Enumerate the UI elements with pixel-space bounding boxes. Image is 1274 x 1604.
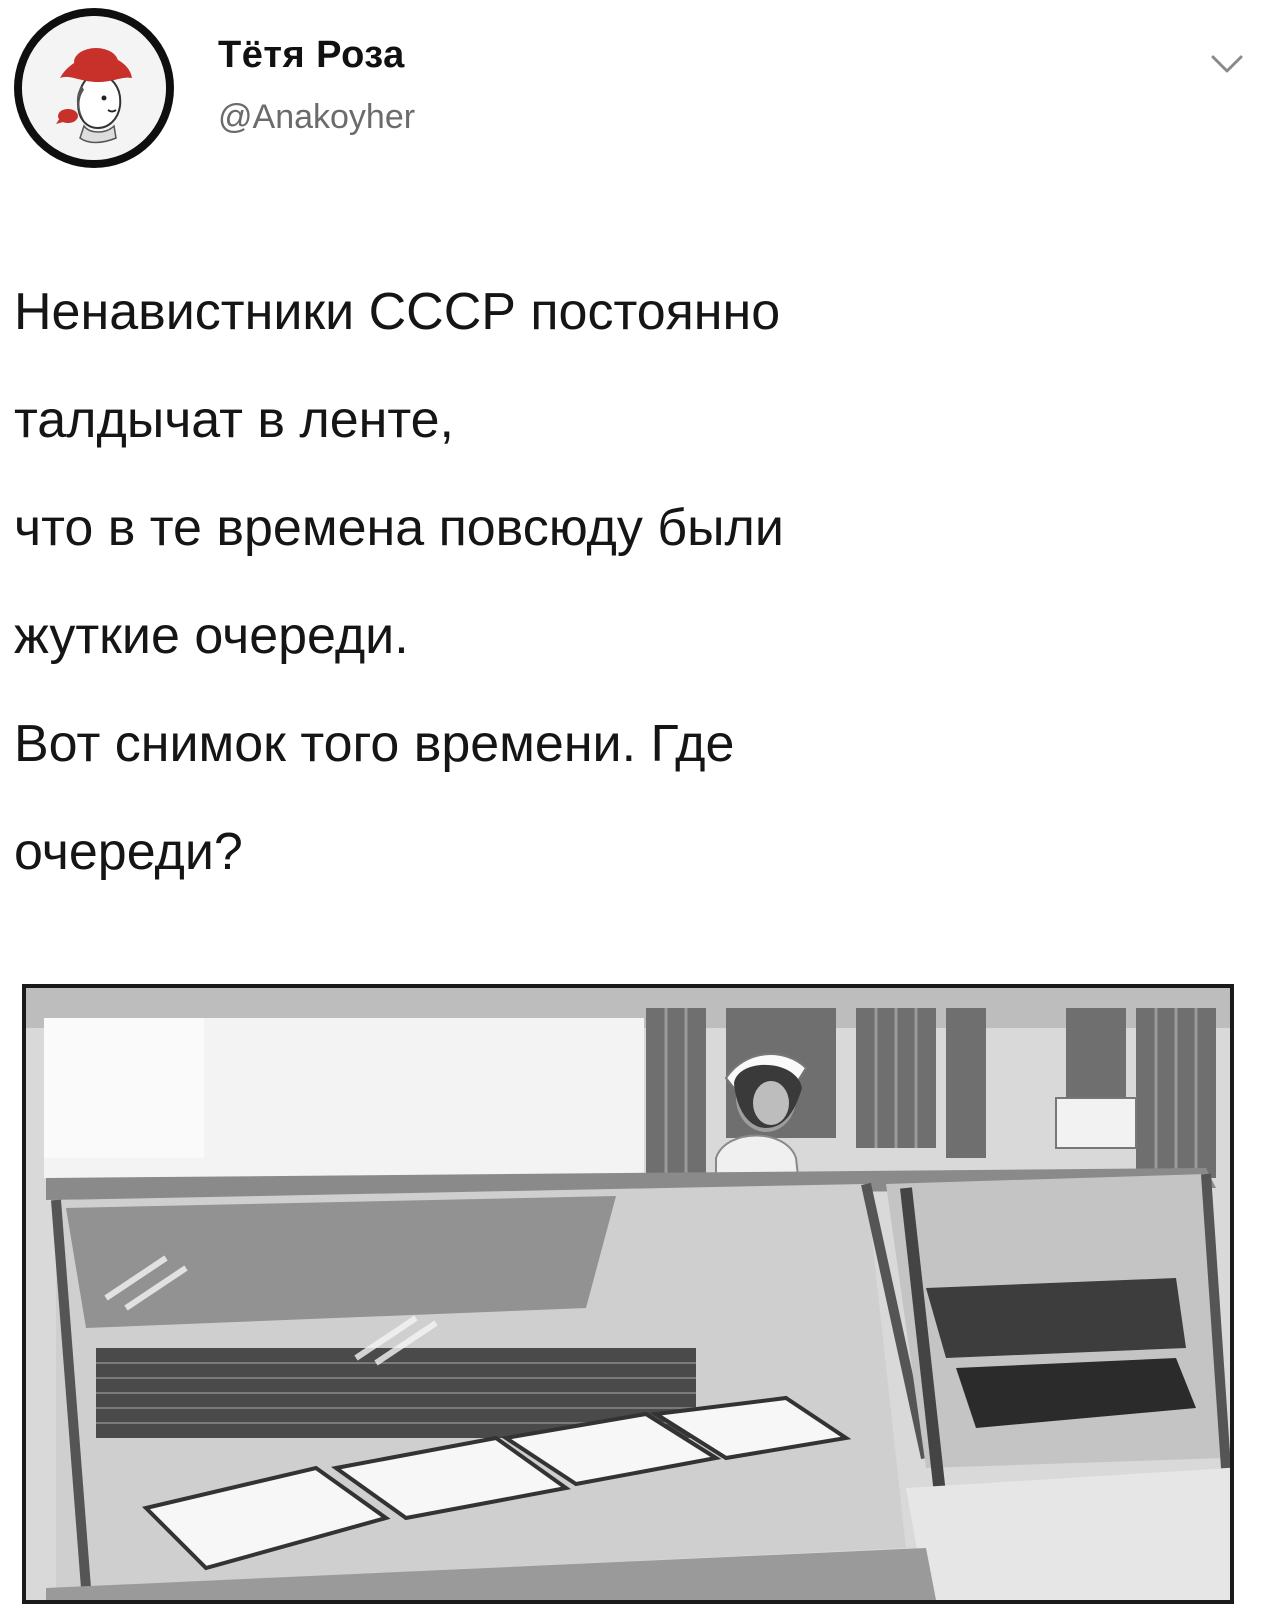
- tweet-text-line: что в те времена повсюду были: [14, 499, 784, 557]
- tweet-text-line: жуткие очереди.: [14, 607, 409, 665]
- tweet-text-line: очереди?: [14, 823, 243, 881]
- store-counters-photo: [26, 988, 1230, 1600]
- tweet-text-line: Ненавистники СССР постоянно: [14, 283, 781, 341]
- tweet-text: Ненавистники СССР постоянно талдычат в л…: [14, 258, 1244, 906]
- tweet-photo[interactable]: [22, 984, 1234, 1604]
- tweet-card: Тётя Роза @Anakoyher Ненавистники СССР п…: [0, 0, 1274, 1604]
- tweet-text-line: Вот снимок того времени. Где: [14, 715, 735, 773]
- avatar-woman-red-hat-icon: [22, 16, 166, 160]
- author-name[interactable]: Тётя Роза: [218, 34, 405, 77]
- chevron-down-icon[interactable]: [1210, 52, 1244, 76]
- avatar[interactable]: [14, 8, 174, 168]
- author-handle[interactable]: @Anakoyher: [218, 98, 415, 137]
- tweet-text-line: талдычат в ленте,: [14, 391, 454, 449]
